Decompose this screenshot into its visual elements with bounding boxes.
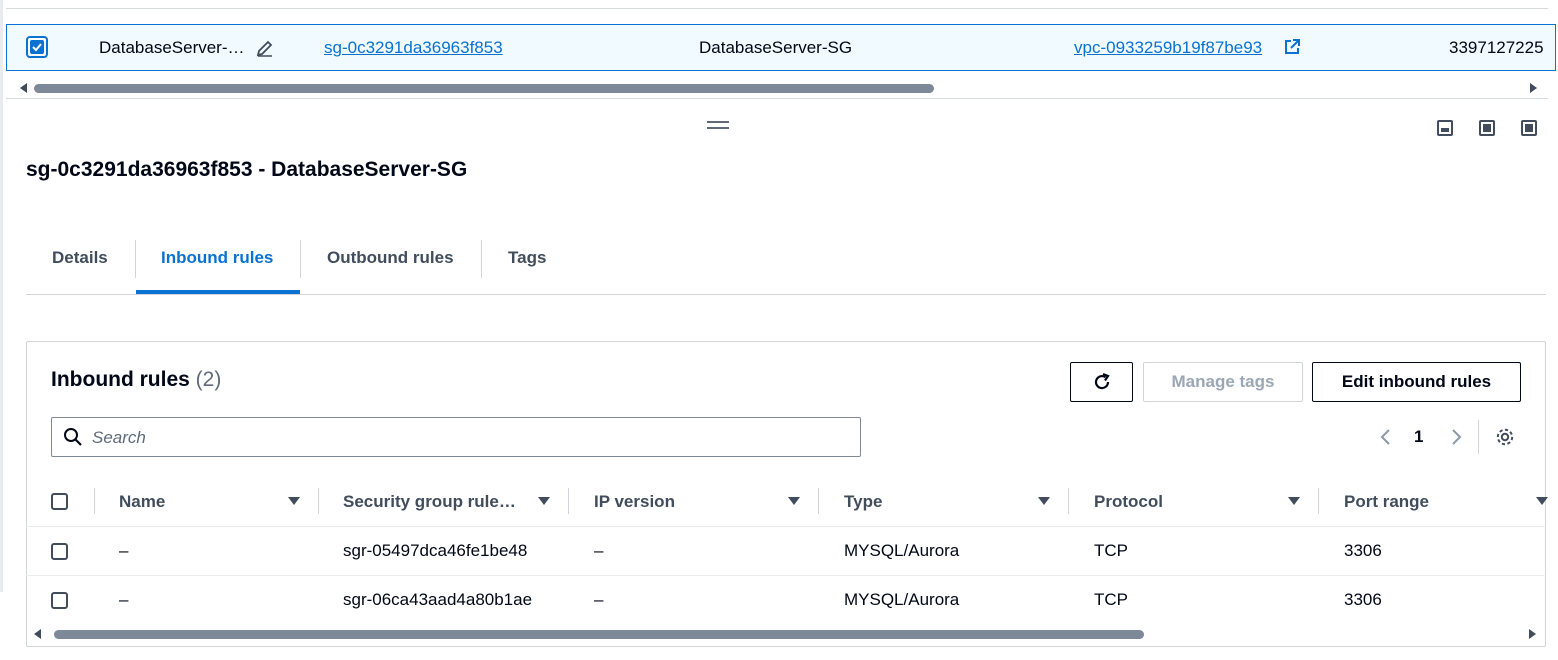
panel-title: sg-0c3291da36963f853 - DatabaseServer-SG bbox=[26, 158, 468, 181]
sort-caret-icon[interactable] bbox=[538, 497, 550, 505]
refresh-icon bbox=[1094, 372, 1110, 390]
table-row[interactable]: – sgr-06ca43aad4a80b1ae – MYSQL/Aurora T… bbox=[26, 576, 1546, 624]
sort-caret-icon[interactable] bbox=[788, 497, 800, 505]
column-header-port-range[interactable]: Port range bbox=[1344, 492, 1429, 512]
panel-full-icon[interactable] bbox=[1521, 120, 1537, 136]
inbound-rules-count: (2) bbox=[195, 368, 222, 391]
column-header-name[interactable]: Name bbox=[119, 492, 165, 512]
column-header-protocol[interactable]: Protocol bbox=[1094, 492, 1163, 512]
scroll-left-icon[interactable] bbox=[34, 629, 41, 639]
tab-separator bbox=[135, 240, 136, 278]
refresh-button[interactable] bbox=[1070, 362, 1133, 402]
top-row-divider bbox=[6, 8, 1548, 9]
column-header-type[interactable]: Type bbox=[844, 492, 882, 512]
sort-caret-icon[interactable] bbox=[1536, 497, 1548, 505]
sort-caret-icon[interactable] bbox=[1038, 497, 1050, 505]
row-checkbox[interactable] bbox=[51, 592, 68, 609]
scroll-left-icon[interactable] bbox=[20, 83, 27, 93]
drag-handle-icon-line[interactable] bbox=[707, 127, 729, 129]
sort-caret-icon[interactable] bbox=[1288, 497, 1300, 505]
scrollbar-thumb[interactable] bbox=[34, 84, 934, 93]
row-checkbox-checked[interactable] bbox=[26, 36, 48, 58]
cell-type: MYSQL/Aurora bbox=[844, 541, 960, 560]
search-icon bbox=[64, 428, 82, 446]
inbound-rules-title: Inbound rules bbox=[51, 368, 190, 391]
table-horizontal-scrollbar[interactable] bbox=[34, 628, 1538, 640]
left-edge-bar bbox=[0, 0, 3, 592]
scrollbar-thumb[interactable] bbox=[54, 630, 1144, 639]
manage-tags-button[interactable]: Manage tags bbox=[1143, 362, 1303, 402]
cell-name: – bbox=[119, 541, 129, 560]
chevron-left-icon[interactable] bbox=[1378, 428, 1394, 446]
column-divider[interactable] bbox=[1068, 488, 1069, 514]
cell-name: – bbox=[119, 590, 129, 609]
cell-port-range: 3306 bbox=[1344, 541, 1382, 560]
column-divider[interactable] bbox=[568, 488, 569, 514]
column-header-ip-version[interactable]: IP version bbox=[594, 492, 675, 512]
column-divider[interactable] bbox=[1318, 488, 1319, 514]
cell-type: MYSQL/Aurora bbox=[844, 590, 960, 609]
tab-separator bbox=[300, 240, 301, 278]
column-header-rule-id[interactable]: Security group rule… bbox=[343, 492, 516, 512]
cell-rule-id: sgr-06ca43aad4a80b1ae bbox=[343, 590, 533, 609]
cell-port-range: 3306 bbox=[1344, 590, 1382, 609]
cell-ip-version: – bbox=[594, 541, 604, 560]
chevron-right-icon[interactable] bbox=[1448, 428, 1464, 446]
scroll-right-icon[interactable] bbox=[1529, 629, 1536, 639]
search-input[interactable] bbox=[90, 426, 834, 450]
gear-icon[interactable] bbox=[1494, 426, 1516, 448]
tab-tags[interactable]: Tags bbox=[508, 248, 546, 268]
inbound-rules-heading: Inbound rules (2) bbox=[51, 368, 221, 392]
sg-name: DatabaseServer-SG bbox=[699, 38, 853, 57]
tab-inbound-rules[interactable]: Inbound rules bbox=[161, 248, 273, 268]
sort-caret-icon[interactable] bbox=[288, 497, 300, 505]
top-horizontal-scrollbar[interactable] bbox=[20, 82, 1545, 94]
tab-outbound-rules[interactable]: Outbound rules bbox=[327, 248, 454, 268]
row-name: DatabaseServer-… bbox=[99, 38, 245, 57]
edit-inbound-rules-button[interactable]: Edit inbound rules bbox=[1312, 362, 1521, 402]
drag-handle-icon[interactable] bbox=[707, 121, 729, 123]
sg-id-link[interactable]: sg-0c3291da36963f853 bbox=[324, 38, 503, 58]
select-all-checkbox[interactable] bbox=[51, 493, 68, 510]
cell-ip-version: – bbox=[594, 590, 604, 609]
vpc-id-link[interactable]: vpc-0933259b19f87be93 bbox=[1074, 38, 1262, 58]
external-link-icon[interactable] bbox=[1283, 38, 1301, 56]
cell-protocol: TCP bbox=[1094, 590, 1128, 609]
row-checkbox[interactable] bbox=[51, 543, 68, 560]
pager-divider bbox=[1478, 420, 1479, 454]
table-row[interactable]: – sgr-05497dca46fe1be48 – MYSQL/Aurora T… bbox=[26, 527, 1546, 575]
owner-id: 3397127225 bbox=[1449, 38, 1544, 57]
edit-pencil-icon[interactable] bbox=[255, 38, 275, 58]
column-divider[interactable] bbox=[818, 488, 819, 514]
search-field[interactable] bbox=[51, 417, 861, 457]
panel-bottom-icon[interactable] bbox=[1437, 120, 1453, 136]
scroll-right-icon[interactable] bbox=[1530, 83, 1537, 93]
checkbox-check-icon bbox=[30, 40, 44, 54]
tabs-divider bbox=[26, 294, 1546, 295]
cell-rule-id: sgr-05497dca46fe1be48 bbox=[343, 541, 528, 560]
column-divider bbox=[94, 488, 95, 514]
tab-details[interactable]: Details bbox=[52, 248, 108, 268]
top-table-bottom-border bbox=[6, 98, 1548, 99]
page-number[interactable]: 1 bbox=[1414, 427, 1423, 447]
tab-separator bbox=[481, 240, 482, 278]
cell-protocol: TCP bbox=[1094, 541, 1128, 560]
panel-side-icon[interactable] bbox=[1479, 120, 1495, 136]
column-divider[interactable] bbox=[318, 488, 319, 514]
